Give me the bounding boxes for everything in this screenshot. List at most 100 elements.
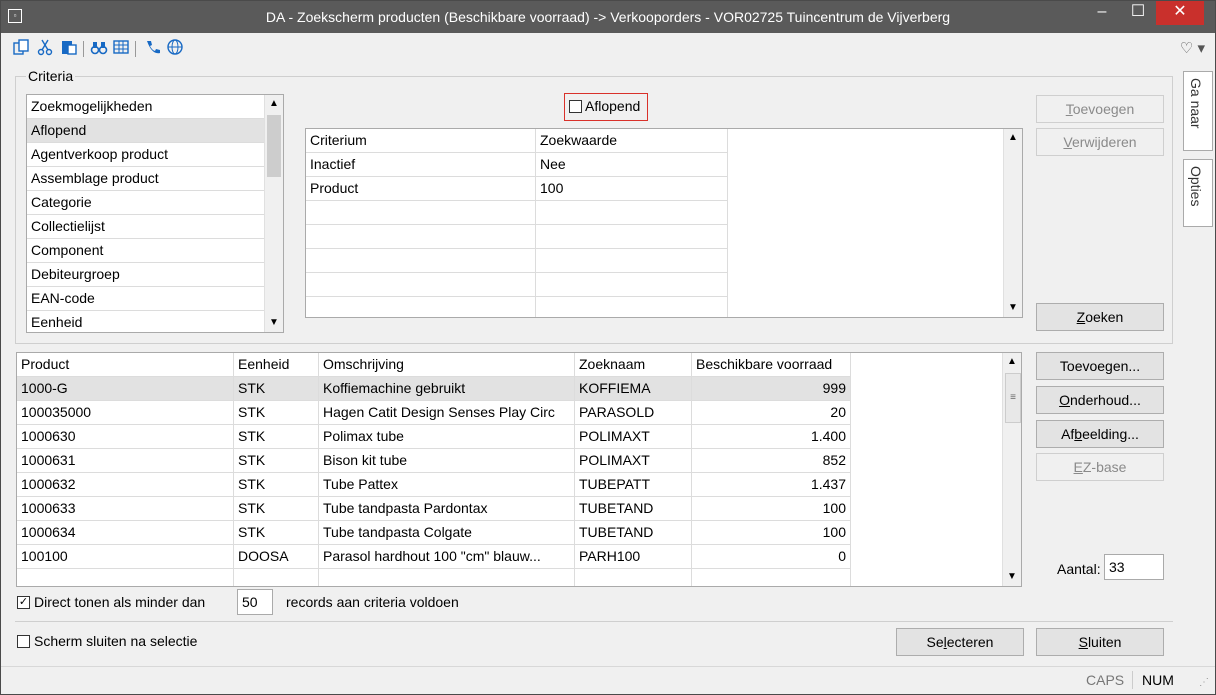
maximize-button[interactable]: ☐: [1120, 1, 1156, 25]
table-cell[interactable]: Hagen Catit Design Senses Play Circ: [319, 401, 575, 425]
table-row[interactable]: 1000630 STK Polimax tube POLIMAXT 1.400: [17, 425, 851, 449]
image-button[interactable]: Afbeelding...: [1036, 420, 1164, 448]
maintain-button[interactable]: Onderhoud...: [1036, 386, 1164, 414]
grid-cell[interactable]: [306, 249, 536, 273]
grid-cell[interactable]: [306, 297, 536, 317]
table-cell[interactable]: 1.437: [692, 473, 851, 497]
grid-cell[interactable]: [536, 273, 728, 297]
scrollbar-thumb[interactable]: [267, 115, 281, 177]
table-cell[interactable]: STK: [234, 425, 319, 449]
table-cell[interactable]: TUBETAND: [575, 497, 692, 521]
table-cell[interactable]: STK: [234, 377, 319, 401]
table-cell[interactable]: POLIMAXT: [575, 449, 692, 473]
scrollbar-thumb[interactable]: ≡: [1005, 373, 1021, 423]
list-item[interactable]: Component: [27, 239, 265, 263]
table-cell[interactable]: 100: [692, 497, 851, 521]
scroll-down-icon[interactable]: ▼: [1004, 299, 1022, 317]
list-item[interactable]: Aflopend: [27, 119, 265, 143]
grid-cell[interactable]: Inactief: [306, 153, 536, 177]
table-row[interactable]: 1000-G STK Koffiemachine gebruikt KOFFIEMA 9…: [17, 377, 851, 401]
table-row[interactable]: 1000631 STK Bison kit tube POLIMAXT 852: [17, 449, 851, 473]
table-cell[interactable]: TUBETAND: [575, 521, 692, 545]
direct-show-checkbox[interactable]: ✓: [17, 596, 30, 609]
table-cell[interactable]: 1000631: [17, 449, 234, 473]
table-cell[interactable]: [692, 569, 851, 586]
criteria-remove-button[interactable]: Verwijderen: [1036, 128, 1164, 156]
list-item[interactable]: Assemblage product: [27, 167, 265, 191]
grid-row[interactable]: Inactief Nee: [306, 153, 728, 177]
criteria-add-button[interactable]: Toevoegen: [1036, 95, 1164, 123]
grid-row[interactable]: [306, 225, 728, 249]
table-cell[interactable]: 1000634: [17, 521, 234, 545]
table-cell[interactable]: STK: [234, 497, 319, 521]
table-row[interactable]: 100035000 STK Hagen Catit Design Senses Pl…: [17, 401, 851, 425]
criteria-grid-scrollbar[interactable]: ▲ ▼: [1003, 129, 1022, 317]
copy-icon[interactable]: [11, 38, 31, 58]
table-cell[interactable]: 1000632: [17, 473, 234, 497]
add-product-button[interactable]: Toevoegen...: [1036, 352, 1164, 380]
grid-cell[interactable]: [536, 225, 728, 249]
scroll-up-icon[interactable]: ▲: [265, 95, 283, 113]
grid-row[interactable]: [306, 273, 728, 297]
table-cell[interactable]: [17, 569, 234, 586]
scroll-down-icon[interactable]: ▼: [265, 314, 283, 332]
table-cell[interactable]: Tube Pattex: [319, 473, 575, 497]
list-item[interactable]: Debiteurgroep: [27, 263, 265, 287]
table-cell[interactable]: TUBEPATT: [575, 473, 692, 497]
ez-base-button[interactable]: EZ-base: [1036, 453, 1164, 481]
tab-options[interactable]: Opties: [1183, 159, 1213, 227]
table-cell[interactable]: 1000633: [17, 497, 234, 521]
table-cell[interactable]: DOOSA: [234, 545, 319, 569]
list-item[interactable]: EAN-code: [27, 287, 265, 311]
list-item[interactable]: Zoekmogelijkheden: [27, 95, 265, 119]
table-row[interactable]: 1000634 STK Tube tandpasta Colgate TUBETAND…: [17, 521, 851, 545]
scroll-up-icon[interactable]: ▲: [1003, 353, 1021, 371]
criteria-list[interactable]: Zoekmogelijkheden Aflopend Agentverkoop pr…: [26, 94, 284, 333]
grid-icon[interactable]: [111, 38, 131, 58]
minimize-button[interactable]: –: [1084, 1, 1120, 25]
table-cell[interactable]: Polimax tube: [319, 425, 575, 449]
grid-cell[interactable]: 100: [536, 177, 728, 201]
close-after-selection-checkbox[interactable]: [17, 635, 30, 648]
tab-goto[interactable]: Ga naar: [1183, 71, 1213, 151]
table-cell[interactable]: STK: [234, 473, 319, 497]
table-cell[interactable]: Parasol hardhout 100 "cm" blauw...: [319, 545, 575, 569]
globe-icon[interactable]: [165, 38, 185, 58]
direct-show-count-input[interactable]: 50: [237, 589, 273, 615]
table-row[interactable]: [17, 569, 851, 586]
aflopend-checkbox[interactable]: [569, 100, 582, 113]
grid-cell[interactable]: [306, 273, 536, 297]
table-cell[interactable]: 20: [692, 401, 851, 425]
criteria-list-scrollbar[interactable]: ▲ ▼: [264, 95, 283, 332]
table-cell[interactable]: 100: [692, 521, 851, 545]
grid-cell[interactable]: [306, 201, 536, 225]
grid-cell[interactable]: [306, 225, 536, 249]
grid-cell[interactable]: [536, 249, 728, 273]
table-row[interactable]: 1000632 STK Tube Pattex TUBEPATT 1.437: [17, 473, 851, 497]
paste-icon[interactable]: [59, 38, 79, 58]
table-cell[interactable]: [575, 569, 692, 586]
list-item[interactable]: Categorie: [27, 191, 265, 215]
table-cell[interactable]: 1.400: [692, 425, 851, 449]
grid-cell[interactable]: Product: [306, 177, 536, 201]
table-cell[interactable]: STK: [234, 449, 319, 473]
list-item[interactable]: Agentverkoop product: [27, 143, 265, 167]
table-cell[interactable]: 1000-G: [17, 377, 234, 401]
table-cell[interactable]: Tube tandpasta Colgate: [319, 521, 575, 545]
table-cell[interactable]: 852: [692, 449, 851, 473]
list-item[interactable]: Eenheid: [27, 311, 265, 332]
aflopend-checkbox-wrapper[interactable]: Aflopend: [564, 93, 648, 121]
grid-row[interactable]: [306, 201, 728, 225]
grid-cell[interactable]: Nee: [536, 153, 728, 177]
grid-row[interactable]: [306, 249, 728, 273]
table-cell[interactable]: Koffiemachine gebruikt: [319, 377, 575, 401]
table-cell[interactable]: 0: [692, 545, 851, 569]
table-row[interactable]: 100100 DOOSA Parasol hardhout 100 "cm" bla…: [17, 545, 851, 569]
table-cell[interactable]: Tube tandpasta Pardontax: [319, 497, 575, 521]
results-grid[interactable]: Product Eenheid Omschrijving Zoeknaam Beschi…: [16, 352, 1022, 587]
heart-icon[interactable]: ♡ ▾: [1180, 39, 1205, 57]
table-cell[interactable]: PARH100: [575, 545, 692, 569]
table-cell[interactable]: POLIMAXT: [575, 425, 692, 449]
scroll-up-icon[interactable]: ▲: [1004, 129, 1022, 147]
binoculars-icon[interactable]: [89, 38, 109, 58]
